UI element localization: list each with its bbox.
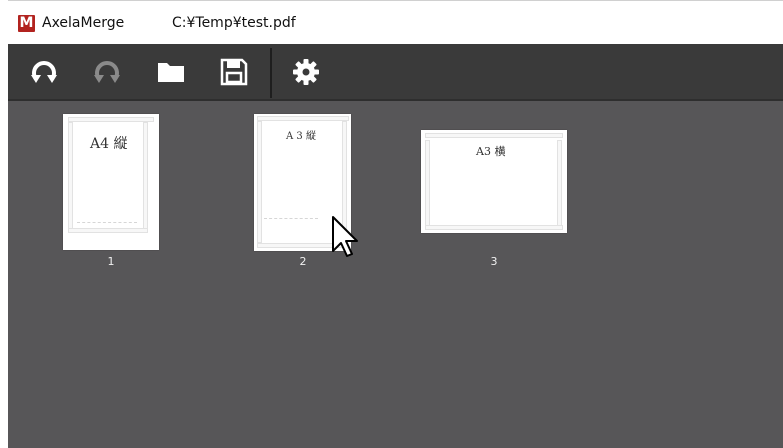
- page-number: 2: [299, 255, 307, 268]
- page-border: [68, 228, 148, 233]
- page-border: [425, 225, 563, 230]
- toolbar: [8, 44, 783, 101]
- page-border: [557, 140, 562, 226]
- page-border: [257, 121, 262, 243]
- page-border: [143, 122, 148, 230]
- page-border: [425, 133, 563, 138]
- app-name: AxelaMerge: [42, 15, 125, 31]
- app-logo-icon: M: [18, 15, 35, 32]
- page-rule: [264, 218, 318, 219]
- page-area: A4 縦 1 A 3 縦 2 A3 横 3: [8, 101, 783, 448]
- page-border: [257, 116, 349, 121]
- page-label: A3 横: [476, 145, 506, 158]
- rotate-right-icon: [94, 61, 120, 83]
- page-label: A 3 縦: [286, 131, 316, 142]
- open-folder-button[interactable]: [151, 52, 191, 92]
- title-bar: M AxelaMerge C:¥Temp¥test.pdf: [8, 0, 783, 44]
- save-icon: [220, 58, 248, 86]
- folder-icon: [158, 63, 184, 82]
- mouse-cursor-icon: [331, 215, 365, 263]
- page-border: [68, 122, 73, 230]
- save-button[interactable]: [214, 52, 254, 92]
- rotate-right-button[interactable]: [87, 52, 127, 92]
- page-thumbnail-3[interactable]: A3 横: [421, 130, 567, 233]
- page-border: [68, 117, 154, 122]
- gear-icon: [293, 59, 319, 85]
- page-label: A4 縦: [90, 136, 128, 152]
- page-rule: [77, 222, 137, 223]
- page-thumbnail-1[interactable]: A4 縦: [63, 114, 159, 250]
- rotate-left-icon: [31, 61, 57, 83]
- toolbar-separator: [270, 48, 272, 98]
- window-left-edge: [0, 0, 8, 448]
- settings-button[interactable]: [286, 52, 326, 92]
- page-number: 1: [107, 255, 115, 268]
- page-border: [425, 140, 430, 226]
- page-number: 3: [490, 255, 498, 268]
- rotate-left-button[interactable]: [24, 52, 64, 92]
- file-path: C:¥Temp¥test.pdf: [172, 15, 296, 31]
